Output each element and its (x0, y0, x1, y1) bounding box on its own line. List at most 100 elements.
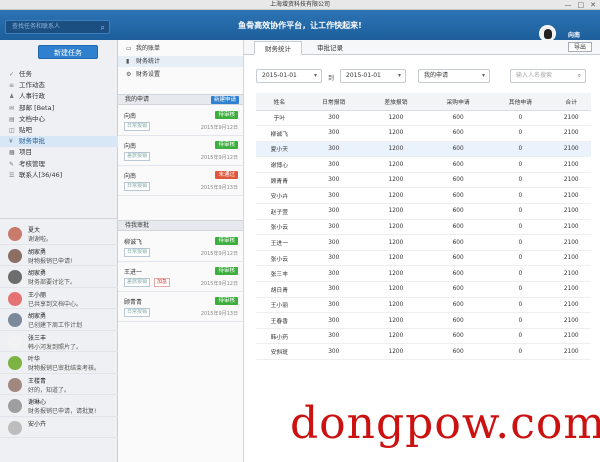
contact-name: 胡家勇 (28, 248, 47, 256)
sidebar-item-3[interactable]: ♟ 人事行政 (0, 91, 118, 102)
table-cell: 1200 (364, 250, 428, 267)
sidebar-item-4[interactable]: ✉ 部邮 [Beta] (0, 103, 118, 114)
sidebar-item-10[interactable]: ☰ 联系人[36/46] (0, 170, 118, 181)
chat-icon: ◫ (9, 126, 15, 134)
contact-item[interactable]: 夏大 谢谢啦。 (0, 223, 118, 245)
name-search-input[interactable]: 输入人名搜索 ⌕ (510, 69, 586, 83)
window-titlebar: 上海增资科技有限公司 — □ ✕ (0, 0, 600, 10)
request-item[interactable]: 向南 差旅报销 待审核 2015年9月12日 (118, 138, 243, 166)
table-cell: 1200 (364, 156, 428, 173)
date-to-value: 2015-01-01 (346, 72, 381, 79)
contact-item[interactable]: 胡家勇 已创建下周工作计划 (0, 309, 118, 331)
table-row[interactable]: 韩小药 300 1200 600 0 2100 (256, 328, 591, 345)
window-title: 上海增资科技有限公司 (269, 1, 330, 8)
table-row[interactable]: 王小丽 300 1200 600 0 2100 (256, 297, 591, 314)
table-row[interactable]: 王进一 300 1200 600 0 2100 (256, 234, 591, 251)
table-cell: 安小卉 (256, 187, 303, 205)
table-row[interactable]: 顾青青 300 1200 600 0 2100 (256, 172, 591, 189)
sidebar-item-label: 工作动态 (19, 81, 45, 90)
new-request-button[interactable]: 新建申请 (210, 96, 239, 104)
sidebar-item-2[interactable]: ≡ 工作动态 (0, 80, 118, 91)
finance-icon: ¥ (9, 138, 13, 146)
sidebar-item-label: 贴吧 (19, 125, 32, 134)
sidebar-item-label: 人事行政 (19, 92, 45, 101)
request-item[interactable]: 向南 日常报销 待审核 2015年9月12日 (118, 108, 243, 136)
table-row[interactable]: 柳诚飞 300 1200 600 0 2100 (256, 125, 591, 142)
sidebar-item-5[interactable]: ▤ 文档中心 (0, 114, 118, 125)
tab-finance-stats[interactable]: 财务统计 (254, 41, 302, 55)
contact-item[interactable]: 叶华 财物报销已审批结束考核。 (0, 352, 118, 374)
sidebar-item-9[interactable]: ✎ 考核管理 (0, 159, 118, 170)
table-cell: 1200 (364, 281, 428, 298)
maximize-button[interactable]: □ (578, 0, 585, 10)
request-type-tag: 差旅报销 (124, 278, 151, 287)
tab-approval-records[interactable]: 审批记录 (308, 41, 352, 55)
contact-item[interactable]: 王小丽 已共享到文档中心。 (0, 288, 118, 309)
column-header: 日常报销 (302, 93, 365, 111)
contact-item[interactable]: 胡家勇 财物报销已申请! (0, 245, 118, 266)
contact-item[interactable]: 张三丰 韩小河发到照片了。 (0, 331, 118, 352)
table-row[interactable]: 于叶 300 1200 600 0 2100 (256, 110, 591, 127)
table-cell: 300 (302, 297, 365, 314)
table-row[interactable]: 胡日青 300 1200 600 0 2100 (256, 281, 591, 298)
date-from-select[interactable]: 2015-01-01 ▾ (256, 69, 322, 83)
table-cell: 2100 (551, 156, 591, 173)
column-header: 差旅报销 (364, 93, 428, 111)
close-button[interactable]: ✕ (590, 0, 596, 10)
request-item[interactable]: 柳诚飞 日常报销 待审核 2015年9月12日 (118, 234, 243, 262)
request-name: 柳诚飞 (124, 239, 143, 246)
table-cell: 王春香 (256, 312, 303, 329)
status-badge: 待审核 (215, 111, 238, 119)
table-cell: 300 (302, 234, 365, 251)
table-row[interactable]: 夏小天 300 1200 600 0 2100 (256, 141, 591, 158)
table-cell: 2100 (551, 187, 591, 205)
table-cell: 柳诚飞 (256, 125, 303, 142)
table-cell: 1200 (364, 172, 428, 189)
contact-item[interactable]: 胡家勇 财务部要讨论下。 (0, 266, 118, 288)
table-cell: 2100 (551, 141, 591, 158)
table-cell: 张小云 (256, 250, 303, 267)
sidebar-item-7[interactable]: ¥ 财务审批 (0, 136, 118, 148)
avatar (8, 334, 22, 349)
search-icon[interactable]: ⌕ (578, 70, 581, 82)
minimize-button[interactable]: — (565, 0, 572, 10)
new-task-button[interactable]: 新建任务 (38, 45, 98, 59)
contact-item[interactable]: 谢琳心 财务报销已申请，请批复! (0, 395, 118, 417)
table-row[interactable]: 王春香 300 1200 600 0 2100 (256, 312, 591, 329)
table-cell: 600 (427, 265, 490, 283)
user-name[interactable]: 向南 (568, 30, 580, 39)
sidebar-item-1[interactable]: ✓ 任务 (0, 69, 118, 80)
table-cell: 2100 (551, 312, 591, 329)
table-row[interactable]: 赵子萱 300 1200 600 0 2100 (256, 203, 591, 220)
date-to-select[interactable]: 2015-01-01 ▾ (340, 69, 406, 83)
contact-item[interactable]: 王楼青 好的，知道了。 (0, 374, 118, 395)
contact-message: 好的，知道了。 (28, 386, 71, 394)
table-cell: 2100 (551, 250, 591, 267)
table-cell: 1200 (364, 187, 428, 205)
request-item[interactable]: 向南 日常报销 未通过 2015年9月13日 (118, 168, 243, 196)
table-cell: 1200 (364, 328, 428, 345)
contact-list: 夏大 谢谢啦。 胡家勇 财物报销已申请! 胡家勇 财务部要讨论下。 王小丽 已共享到文档中心。… (0, 223, 118, 438)
type-select[interactable]: 我的申请 ▾ (418, 69, 490, 83)
sidebar-item-8[interactable]: ▦ 项目 (0, 147, 118, 158)
sidebar-item-6[interactable]: ◫ 贴吧 (0, 125, 118, 136)
table-row[interactable]: 张三丰 300 1200 600 0 2100 (256, 265, 591, 283)
table-row[interactable]: 安斜斑 300 1200 600 0 2100 (256, 343, 591, 360)
export-button[interactable]: 导出 (567, 42, 592, 52)
table-row[interactable]: 安小卉 300 1200 600 0 2100 (256, 187, 591, 205)
request-type-tag: 日常报销 (124, 182, 151, 191)
request-item[interactable]: 王进一 差旅报销 加急 待审核 2015年9月12日 (118, 264, 243, 292)
table-cell: 1200 (364, 110, 428, 127)
table-cell: 0 (489, 328, 552, 345)
table-cell: 夏小天 (256, 141, 303, 158)
request-item[interactable]: 顾青青 日常报销 待审核 2015年9月13日 (118, 294, 243, 322)
table-row[interactable]: 张小云 300 1200 600 0 2100 (256, 250, 591, 267)
tab-my-bills[interactable]: ▭ 我的账单 (118, 43, 243, 54)
tab-finance-stats[interactable]: ▮ 财务统计 (118, 56, 243, 67)
contact-item[interactable]: 安小卉 (0, 417, 118, 438)
table-row[interactable]: 张小云 300 1200 600 0 2100 (256, 219, 591, 236)
column-header: 采购申请 (427, 93, 490, 111)
table-row[interactable]: 谢博心 300 1200 600 0 2100 (256, 156, 591, 173)
tab-finance-settings[interactable]: ⚙ 财务设置 (118, 69, 243, 80)
table-cell: 1200 (364, 125, 428, 142)
